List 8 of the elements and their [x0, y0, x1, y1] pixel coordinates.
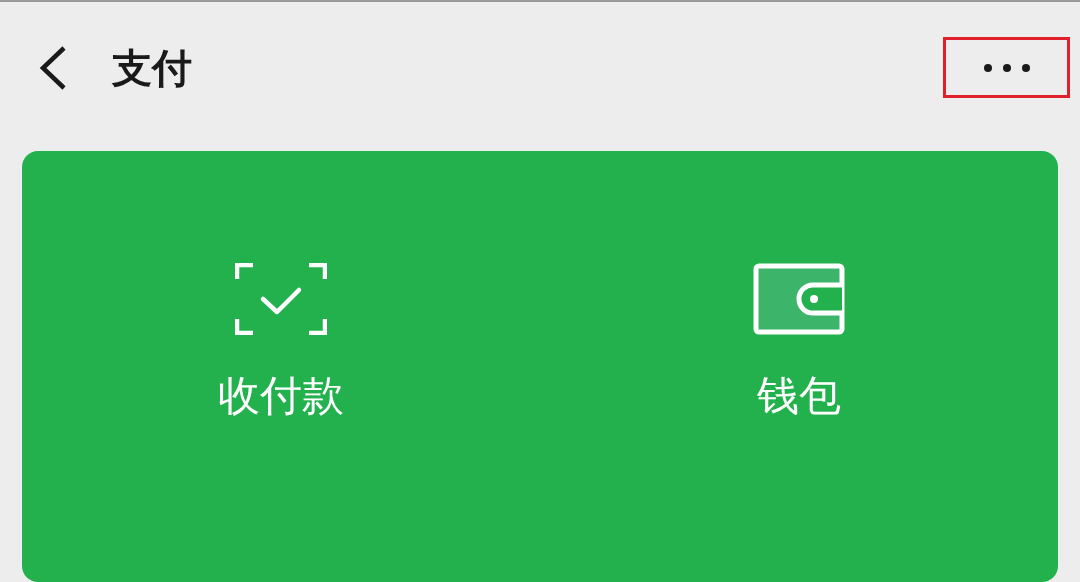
more-button[interactable]	[943, 37, 1070, 99]
page-title: 支付	[112, 44, 192, 92]
card-action[interactable]: 钱包	[540, 151, 1058, 582]
card-action[interactable]: 收付款	[22, 151, 540, 582]
scan-check-icon	[235, 263, 327, 336]
wallet-icon	[753, 263, 845, 336]
more-icon	[982, 62, 1031, 73]
back-icon[interactable]	[38, 44, 68, 91]
